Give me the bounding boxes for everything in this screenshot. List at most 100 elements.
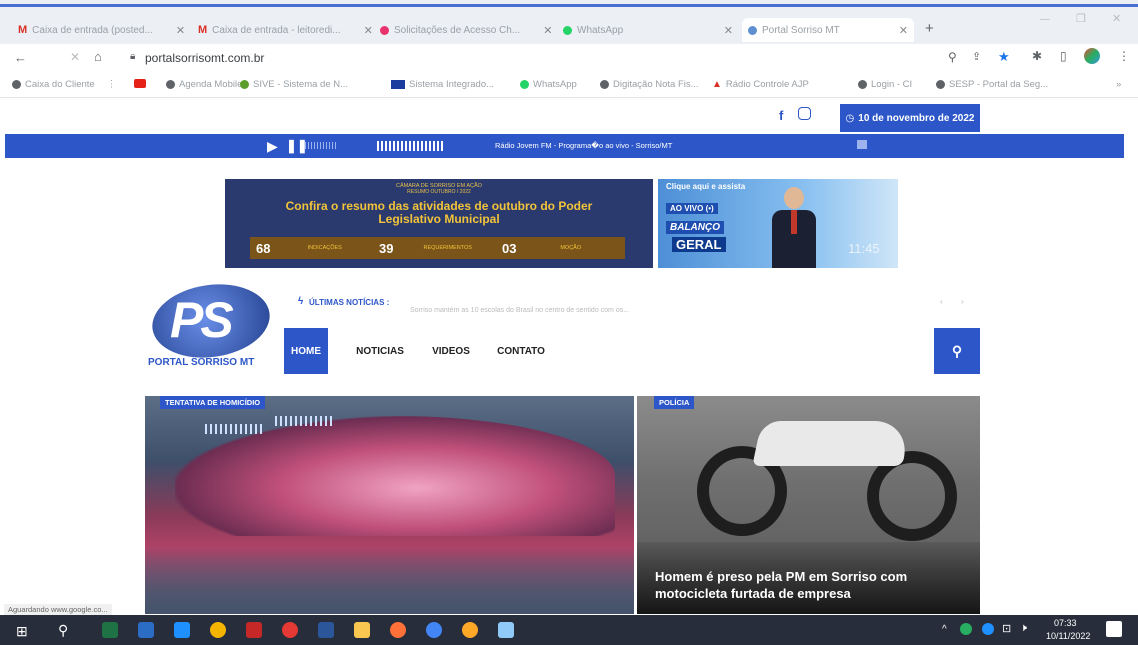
address-bar[interactable]: portalsorrisomt.com.br: [145, 51, 264, 65]
radio-now-playing: Rádio Jovem FM - Programa�o ao vivo - So…: [495, 141, 673, 150]
instagram-icon[interactable]: [798, 107, 811, 120]
tab-gmail-2[interactable]: M Caixa de entrada - leitoredi... ✕: [198, 18, 373, 42]
ad2-callout: Clique aqui e assista: [666, 182, 746, 191]
tab-label: Solicitações de Acesso Ch...: [394, 24, 521, 36]
portal-sorriso-logo[interactable]: PS PORTAL SORRISO MT: [147, 277, 276, 373]
close-icon[interactable]: ✕: [724, 24, 733, 37]
logo-mark: PS: [170, 292, 234, 348]
live-badge: AO VIVO (•): [666, 203, 718, 214]
close-icon[interactable]: ✕: [176, 24, 185, 37]
radio-logo-icon: [857, 140, 867, 149]
taskbar-app-blue-icon[interactable]: [138, 622, 154, 638]
windows-taskbar: ⊞ ⚲ ^ ⊡ 🕨︎ 07:33 10/11/2022: [0, 615, 1138, 645]
news-card-1[interactable]: [145, 396, 634, 614]
radio-player-bar: ▶ ❚❚ Rádio Jovem FM - Programa�o ao vivo…: [5, 134, 1124, 158]
bookmarks-overflow[interactable]: »: [1116, 79, 1121, 90]
date-box: ◷ 10 de novembro de 2022: [840, 104, 980, 132]
news-card-2[interactable]: Homem é preso pela PM em Sorriso com mot…: [637, 396, 980, 614]
taskbar-explorer-icon[interactable]: [354, 622, 370, 638]
menu-icon[interactable]: ⋮: [1118, 49, 1130, 63]
share-icon[interactable]: ⇪: [972, 50, 981, 63]
search-icon: ⚲: [951, 342, 963, 359]
search-icon[interactable]: ⚲: [58, 622, 68, 639]
notification-icon[interactable]: [1106, 621, 1122, 637]
tray-chrome-icon[interactable]: [982, 623, 994, 635]
minimize-button[interactable]: —: [1040, 14, 1050, 25]
category-tag[interactable]: TENTATIVA DE HOMICÍDIO: [160, 396, 266, 409]
bookmark-label: Login - CI: [871, 79, 913, 90]
nav-noticias[interactable]: NOTICIAS: [348, 328, 412, 374]
prev-news-icon[interactable]: ‹: [940, 297, 943, 306]
extensions-icon[interactable]: ✱: [1032, 49, 1042, 63]
ad-balanco-geral[interactable]: Clique aqui e assista AO VIVO (•) BALANÇ…: [658, 179, 898, 268]
bookmark-item[interactable]: Digitação Nota Fis...: [600, 79, 699, 90]
tab-whatsapp[interactable]: WhatsApp ✕: [563, 18, 733, 42]
bookmark-item[interactable]: Caixa do Cliente ⋮: [12, 79, 116, 90]
tab-portal-sorriso[interactable]: Portal Sorriso MT ✕: [742, 18, 914, 42]
stat-label: REQUERIMENTOS: [423, 245, 472, 251]
star-icon[interactable]: ★: [998, 49, 1010, 65]
news-title[interactable]: Homem é preso pela PM em Sorriso com mot…: [655, 568, 955, 602]
close-window-button[interactable]: ✕: [1112, 12, 1121, 25]
bookmark-item[interactable]: Sistema Integrado...: [391, 79, 494, 90]
police-light-image: [175, 416, 615, 536]
bookmark-item[interactable]: Login - CI: [858, 79, 912, 90]
taskbar-firefox-icon[interactable]: [390, 622, 406, 638]
tab-solicitacoes[interactable]: Solicitações de Acesso Ch... ✕: [380, 18, 552, 42]
clock-time[interactable]: 07:33: [1054, 618, 1077, 628]
taskbar-word-icon[interactable]: [318, 622, 334, 638]
nav-videos[interactable]: VIDEOS: [424, 328, 478, 374]
tab-gmail-1[interactable]: M Caixa de entrada (posted... ✕: [18, 18, 185, 42]
windows-start-icon[interactable]: ⊞: [16, 623, 28, 640]
bookmark-label: Agenda Mobile: [179, 79, 243, 90]
youtube-icon: [134, 79, 146, 88]
bookmark-label: Caixa do Cliente: [25, 79, 95, 90]
nav-contato[interactable]: CONTATO: [490, 328, 552, 374]
home-icon[interactable]: ⌂: [94, 49, 102, 64]
taskbar-chrome-icon[interactable]: [210, 622, 226, 638]
back-icon[interactable]: ←: [14, 50, 27, 65]
taskbar-excel-icon[interactable]: [102, 622, 118, 638]
bookmark-label: Rádio Controle AJP: [725, 79, 809, 90]
taskbar-blue-app-icon[interactable]: [498, 622, 514, 638]
volume-icon[interactable]: [305, 142, 337, 149]
bookmark-label: Sistema Integrado...: [409, 79, 495, 90]
light-pattern: [205, 424, 265, 434]
bookmark-item[interactable]: WhatsApp: [520, 79, 577, 90]
taskbar-orange-app-icon[interactable]: [462, 622, 478, 638]
clock-date[interactable]: 10/11/2022: [1046, 631, 1090, 641]
bookmark-item[interactable]: [134, 79, 150, 88]
bookmark-item[interactable]: SIVE - Sistema de N...: [240, 79, 348, 90]
globe-icon: [12, 80, 21, 89]
next-news-icon[interactable]: ›: [961, 297, 964, 306]
reload-icon[interactable]: ✕: [70, 50, 80, 64]
tray-expand-icon[interactable]: ^: [942, 624, 947, 635]
stat-value: 68: [256, 240, 271, 256]
bookmark-item[interactable]: ▲ Rádio Controle AJP: [712, 79, 809, 90]
play-icon[interactable]: ▶: [267, 138, 278, 155]
volume-icon[interactable]: 🕨︎: [1020, 622, 1027, 635]
nav-home[interactable]: HOME: [284, 328, 328, 374]
search-icon[interactable]: ⚲: [948, 50, 957, 64]
category-tag[interactable]: POLÍCIA: [654, 396, 695, 409]
profile-avatar[interactable]: [1084, 48, 1100, 64]
facebook-icon[interactable]: f: [779, 108, 783, 123]
network-icon[interactable]: ⊡: [1002, 622, 1011, 635]
sidebar-icon[interactable]: ▯: [1060, 49, 1067, 63]
tray-app-icon[interactable]: [960, 623, 972, 635]
stat-value: 39: [379, 240, 394, 256]
taskbar-chrome-alt-icon[interactable]: [426, 622, 442, 638]
close-icon[interactable]: ✕: [543, 24, 552, 37]
news-ticker[interactable]: Sorriso mantém as 10 escolas do Brasil n…: [410, 307, 629, 314]
maximize-button[interactable]: ❐: [1076, 12, 1086, 25]
search-button[interactable]: ⚲: [934, 328, 980, 374]
bookmark-item[interactable]: SESP - Portal da Seg...: [936, 79, 1048, 90]
ad-camara-sorriso[interactable]: CÂMARA DE SORRISO EM AÇÃO RESUMO OUTUBRO…: [225, 179, 653, 268]
close-icon[interactable]: ✕: [364, 24, 373, 37]
bookmark-item[interactable]: Agenda Mobile: [166, 79, 242, 90]
close-icon[interactable]: ✕: [899, 24, 908, 37]
taskbar-opera-icon[interactable]: [282, 622, 298, 638]
new-tab-button[interactable]: +: [925, 20, 934, 37]
taskbar-red-app-icon[interactable]: [246, 622, 262, 638]
taskbar-ie-icon[interactable]: [174, 622, 190, 638]
